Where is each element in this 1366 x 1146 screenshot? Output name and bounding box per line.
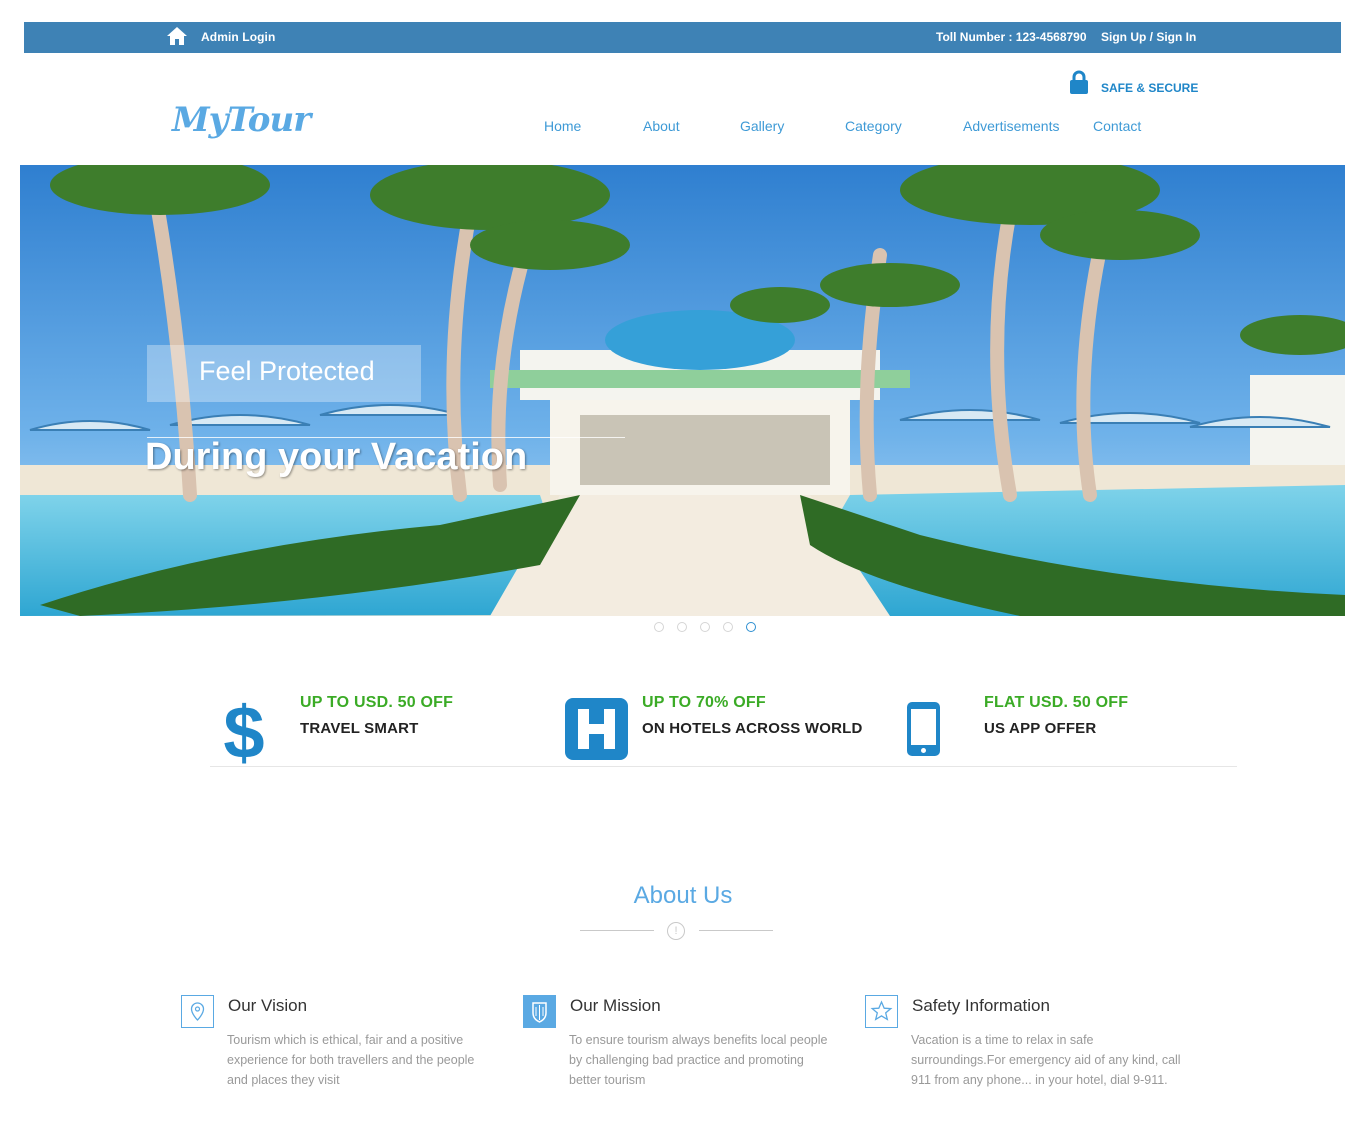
offer-3-subtitle: US APP OFFER: [984, 720, 1097, 737]
mission-heading: Our Mission: [570, 996, 661, 1015]
vision-text: Tourism which is ethical, fair and a pos…: [227, 1033, 475, 1087]
about-rule-left: [580, 930, 654, 931]
slider-dot-2[interactable]: [677, 622, 687, 632]
shield-icon: [523, 995, 556, 1028]
site-logo[interactable]: MyTour: [172, 100, 311, 140]
safe-secure-label: SAFE & SECURE: [1101, 81, 1199, 95]
nav-home[interactable]: Home: [544, 118, 581, 134]
dollar-icon: $: [223, 692, 264, 766]
slider-dot-4[interactable]: [723, 622, 733, 632]
nav-contact[interactable]: Contact: [1093, 118, 1141, 134]
hotel-icon: [565, 698, 628, 760]
hero-slider[interactable]: Feel Protected During your Vacation: [20, 165, 1345, 616]
offer-1-title: UP TO USD. 50 OFF: [300, 694, 454, 711]
offer-1-subtitle: TRAVEL SMART: [300, 720, 419, 737]
sign-up-sign-in-link[interactable]: Sign Up / Sign In: [1101, 30, 1196, 44]
vision-heading: Our Vision: [228, 996, 308, 1015]
lock-icon: [1070, 70, 1088, 94]
admin-login-link[interactable]: Admin Login: [201, 30, 275, 44]
about-rule-right: [699, 930, 773, 931]
star-icon: [865, 995, 898, 1028]
nav-advertisements[interactable]: Advertisements: [963, 118, 1059, 134]
about-divider-icon: !: [667, 922, 685, 940]
mission-text: To ensure tourism always benefits local …: [569, 1033, 828, 1087]
offers-divider: [210, 766, 1237, 767]
slider-dot-5[interactable]: [746, 622, 756, 632]
offer-2-title: UP TO 70% OFF: [642, 694, 766, 711]
nav-category[interactable]: Category: [845, 118, 902, 134]
caption-main: During your Vacation: [145, 436, 528, 478]
caption-box: Feel Protected: [147, 345, 421, 402]
offer-2-subtitle: ON HOTELS ACROSS WORLD: [642, 720, 863, 737]
safety-text: Vacation is a time to relax in safe surr…: [911, 1033, 1181, 1087]
svg-text:$: $: [223, 692, 264, 766]
nav-gallery[interactable]: Gallery: [740, 118, 784, 134]
mobile-icon: [907, 702, 940, 756]
about-title: About Us: [633, 882, 733, 909]
caption-top: Feel Protected: [199, 356, 375, 386]
toll-number: Toll Number : 123-4568790: [936, 30, 1087, 44]
top-bar: Admin Login Toll Number : 123-4568790 Si…: [24, 22, 1341, 53]
offer-3-title: FLAT USD. 50 OFF: [984, 694, 1129, 711]
map-pin-icon: [181, 995, 214, 1028]
safety-heading: Safety Information: [912, 996, 1050, 1015]
slider-dot-1[interactable]: [654, 622, 664, 632]
home-icon[interactable]: [166, 26, 188, 46]
slider-dot-3[interactable]: [700, 622, 710, 632]
nav-about[interactable]: About: [643, 118, 680, 134]
